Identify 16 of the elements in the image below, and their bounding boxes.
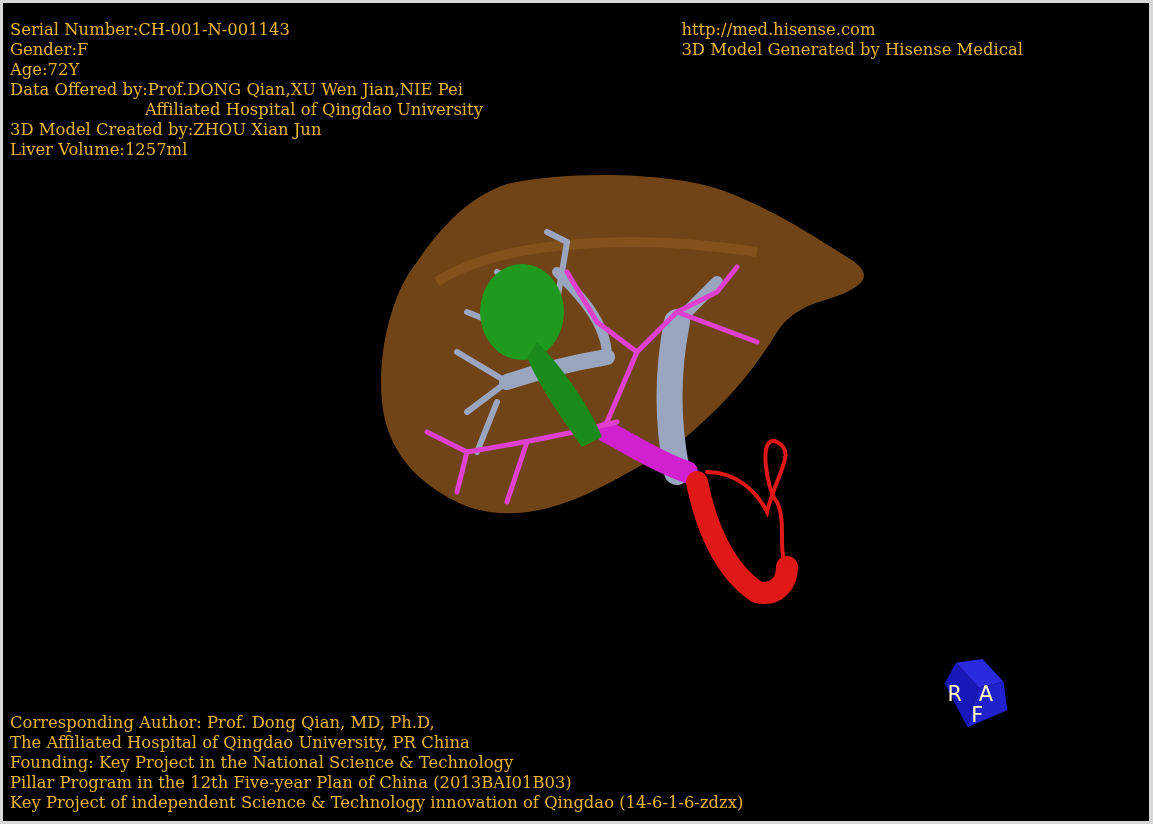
info-text: Founding: Key Project in the National Science & Technology	[10, 753, 515, 773]
info-text: Gender:F	[10, 40, 90, 60]
info-text: Liver Volume:1257ml	[10, 140, 189, 160]
info-text: Corresponding Author: Prof. Dong Qian, MD, Ph.D,	[10, 713, 436, 733]
info-text: Affiliated Hospital of Qingdao University	[144, 100, 483, 120]
info-text: Age:72Y	[10, 60, 81, 80]
info-text: The Affiliated Hospital of Qingdao University, PR China	[10, 733, 471, 753]
orientation-cube[interactable]	[944, 658, 1008, 728]
info-text: 3D Model Created by:ZHOU Xian Jun	[10, 120, 323, 140]
info-text: Pillar Program in the 12th Five-year Plan of China (2013BAI01B03)	[10, 773, 573, 793]
info-text: Key Project of independent Science & Technology innovation of Qingdao (14-6-1-6-zdzx)	[10, 793, 744, 813]
info-text: Serial Number:CH-001-N-001143	[10, 20, 291, 40]
info-text: 3D Model Generated by Hisense Medical	[681, 40, 1023, 60]
cube-face-label: R	[947, 681, 962, 706]
info-text: Data Offered by:Prof.DONG Qian,XU Wen Jian,NIE Pei	[10, 80, 464, 100]
info-text: http://med.hisense.com	[681, 20, 877, 40]
